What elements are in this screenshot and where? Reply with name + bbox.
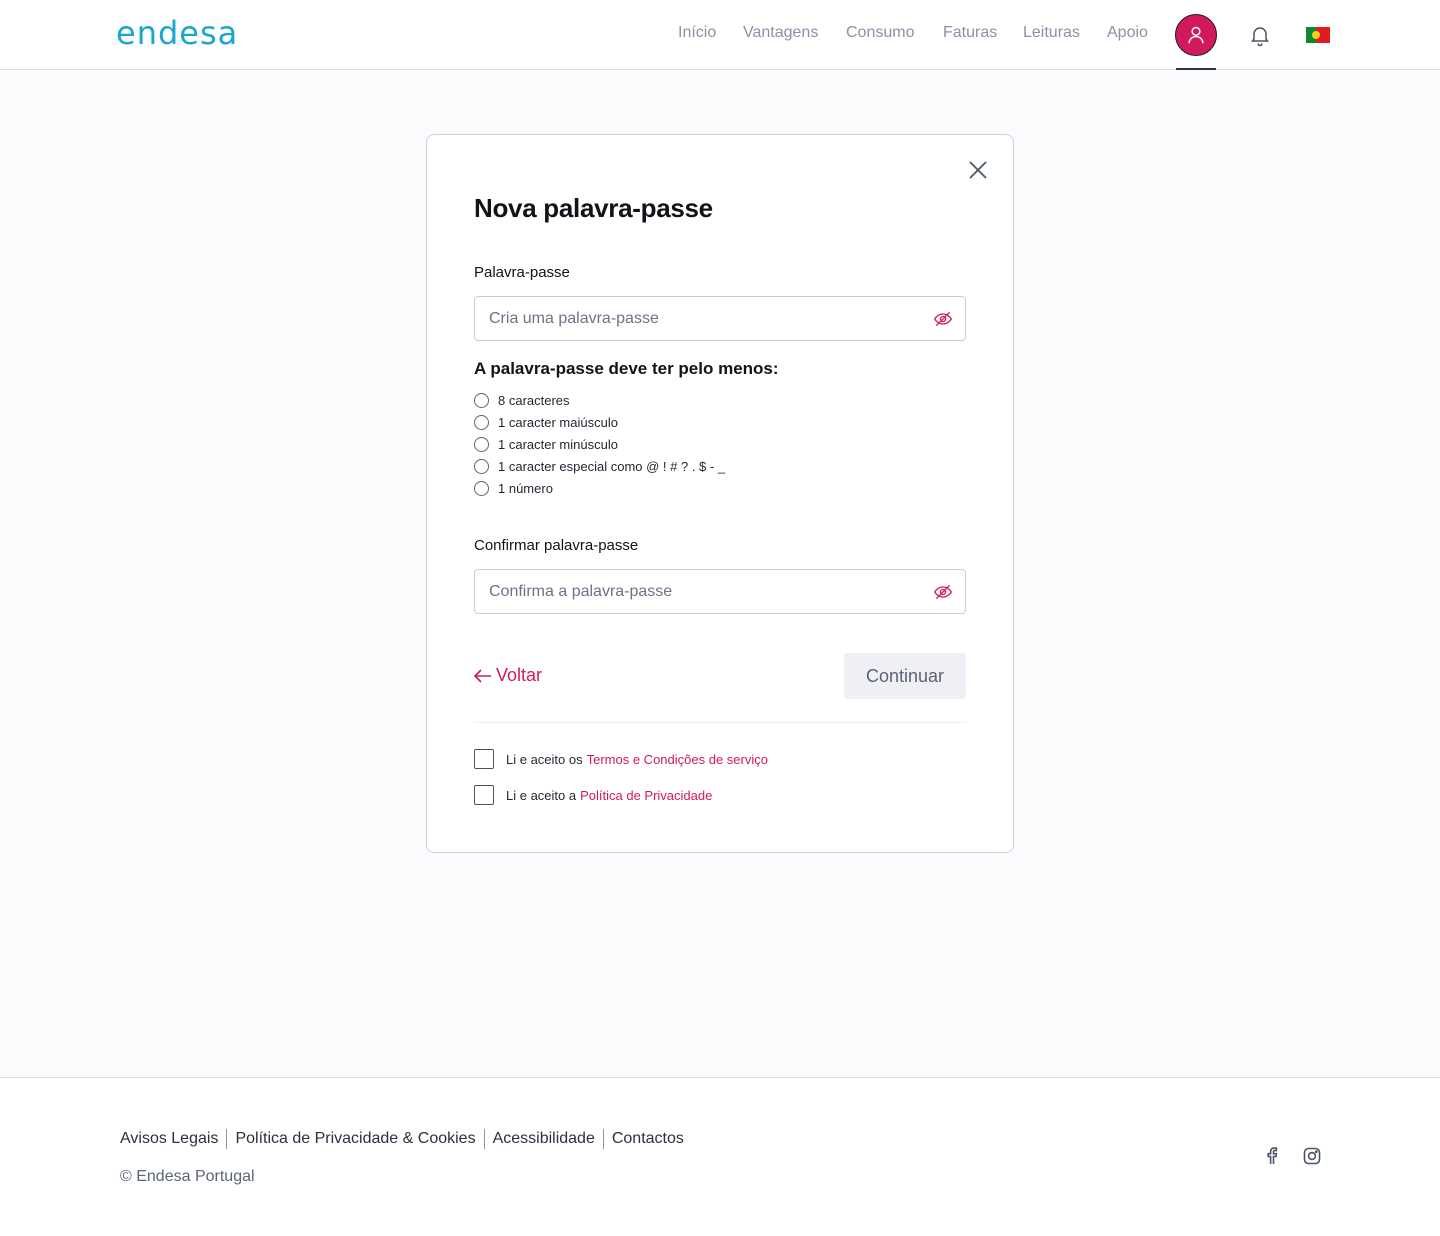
divider [474,722,966,723]
active-indicator [1176,68,1216,70]
terms-prefix: Li e aceito os [506,751,583,767]
nav-item-apoio[interactable]: Apoio [1107,24,1148,42]
footer: Avisos Legais Política de Privacidade & … [0,1077,1440,1236]
footer-link-accessibility[interactable]: Acessibilidade [493,1130,595,1148]
requirement-indicator [474,458,489,474]
modal-title: Nova palavra-passe [474,193,713,223]
footer-separator [226,1129,228,1149]
back-label: Voltar [496,665,543,685]
header: endesa Início Vantagens Consumo Faturas … [0,0,1440,70]
requirement-indicator [474,392,489,408]
requirement-indicator [474,480,489,496]
requirement-item: 1 caracter especial como @ ! # ? . $ - _ [474,458,725,474]
requirement-text: 8 caracteres [498,392,570,408]
nav-item-faturas[interactable]: Faturas [943,24,997,42]
user-icon [1188,26,1204,44]
footer-link-avisos-legais[interactable]: Avisos Legais [120,1130,218,1148]
eye-off-icon[interactable] [933,582,953,602]
new-password-modal: Nova palavra-passe Palavra-passe A palav… [426,134,1014,853]
footer-separator [483,1129,485,1149]
requirement-item: 1 caracter minúsculo [474,436,618,452]
close-icon[interactable] [967,159,989,181]
continue-button[interactable]: Continuar [844,653,966,699]
nav-item-consumo[interactable]: Consumo [846,24,914,42]
privacy-consent-row: Li e aceito a Política de Privacidade [474,785,712,805]
requirement-indicator [474,436,489,452]
confirm-password-field[interactable] [474,569,966,614]
confirm-password-input[interactable] [475,570,905,613]
main-nav: Início Vantagens Consumo Faturas Leitura… [0,0,1440,70]
nav-item-inicio[interactable]: Início [678,24,716,42]
flag-portugal-icon[interactable] [1306,27,1330,43]
password-input[interactable] [475,297,905,340]
back-button[interactable]: Voltar [474,665,542,686]
privacy-prefix: Li e aceito a [506,787,577,803]
arrow-left-icon [474,668,491,683]
requirement-item: 1 caracter maiúsculo [474,414,618,430]
facebook-icon[interactable] [1262,1146,1282,1166]
requirement-text: 1 caracter minúsculo [498,436,618,452]
password-field[interactable] [474,296,966,341]
requirement-indicator [474,414,489,430]
copyright: © Endesa Portugal [120,1168,255,1185]
requirement-text: 1 número [498,480,553,496]
requirement-item: 8 caracteres [474,392,570,408]
requirement-text: 1 caracter especial como @ ! # ? . $ - _ [498,458,726,474]
eye-off-icon[interactable] [933,309,953,329]
instagram-icon[interactable] [1302,1146,1322,1166]
terms-link[interactable]: Termos e Condições de serviço [587,752,768,767]
password-label: Palavra-passe [474,264,570,281]
nav-item-vantagens[interactable]: Vantagens [743,24,818,42]
footer-separator [602,1129,604,1149]
nav-item-leituras[interactable]: Leituras [1023,24,1080,42]
footer-links: Avisos Legais Política de Privacidade & … [120,1129,684,1149]
privacy-link[interactable]: Política de Privacidade [580,788,712,803]
user-account-button[interactable] [1175,14,1217,56]
requirement-text: 1 caracter maiúsculo [498,414,618,430]
privacy-checkbox[interactable] [474,785,494,805]
terms-checkbox[interactable] [474,749,494,769]
footer-link-privacy-cookies[interactable]: Política de Privacidade & Cookies [235,1130,475,1148]
confirm-password-label: Confirmar palavra-passe [474,537,639,554]
terms-consent-row: Li e aceito os Termos e Condições de ser… [474,749,768,769]
bell-icon[interactable] [1248,23,1272,47]
requirements-title: A palavra-passe deve ter pelo menos: [474,359,779,378]
footer-link-contacts[interactable]: Contactos [612,1130,684,1148]
requirement-item: 1 número [474,480,553,496]
